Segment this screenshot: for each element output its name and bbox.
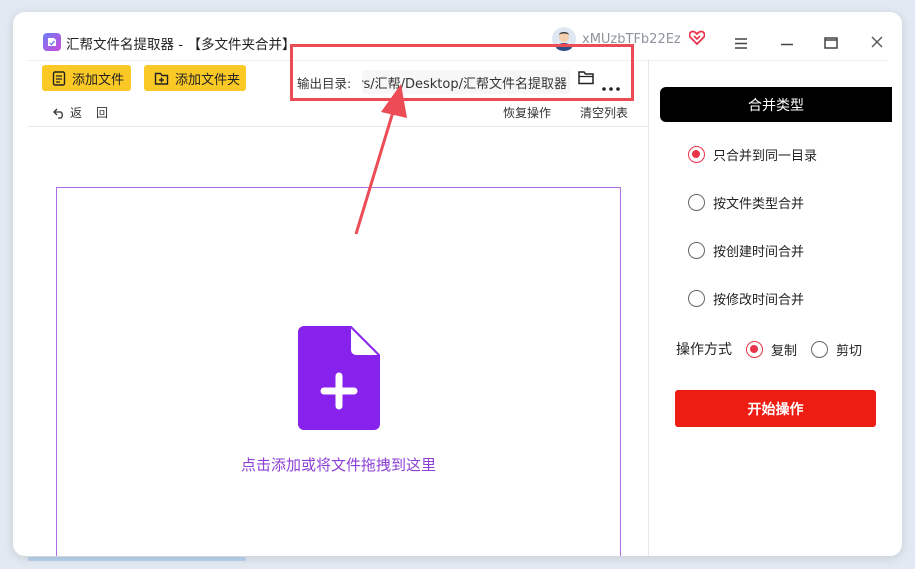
radio-button[interactable] — [746, 340, 763, 358]
app-window: 汇帮文件名提取器 - 【多文件夹合并】 xMUzbTFb22Ez 添加文件 添加… — [13, 12, 902, 556]
radio-button[interactable] — [688, 194, 705, 211]
merge-type-header: 合并类型 — [660, 87, 892, 122]
folder-plus-icon — [154, 72, 169, 85]
drop-hint-text: 点击添加或将文件拖拽到这里 — [240, 456, 436, 474]
operation-mode: 操作方式 复制 剪切 — [676, 339, 876, 359]
add-folder-button[interactable]: 添加文件夹 — [144, 65, 246, 91]
mode-label: 操作方式 — [676, 342, 732, 358]
menu-icon[interactable] — [734, 34, 748, 53]
vip-heart-icon[interactable] — [688, 30, 706, 49]
radio-button[interactable] — [688, 242, 705, 259]
highlight-annotation-box — [290, 44, 634, 101]
back-button[interactable]: 返 回 — [53, 104, 108, 121]
taskbar-indicator — [28, 557, 246, 561]
mode-copy-option[interactable]: 复制 — [746, 340, 797, 359]
start-button[interactable]: 开始操作 — [675, 390, 876, 427]
option-by-file-type[interactable]: 按文件类型合并 — [688, 193, 804, 212]
option-label: 按创建时间合并 — [713, 245, 805, 260]
radio-button[interactable] — [688, 146, 705, 163]
back-label: 返 — [70, 106, 83, 120]
clear-list-button[interactable]: 清空列表 — [580, 104, 628, 121]
mode-cut-label: 剪切 — [836, 343, 863, 359]
option-by-created-time[interactable]: 按创建时间合并 — [688, 241, 804, 260]
file-plus-icon[interactable] — [298, 323, 383, 434]
radio-button[interactable] — [688, 290, 705, 307]
add-file-label: 添加文件 — [72, 72, 125, 88]
close-icon[interactable] — [871, 33, 883, 52]
option-label: 只合并到同一目录 — [713, 149, 818, 164]
file-icon — [52, 70, 66, 86]
option-same-directory[interactable]: 只合并到同一目录 — [688, 145, 817, 164]
radio-button[interactable] — [811, 340, 829, 358]
option-label: 按修改时间合并 — [713, 293, 805, 308]
arrow-annotation — [354, 84, 407, 235]
minimize-icon[interactable] — [780, 34, 794, 53]
file-drop-zone[interactable]: 点击添加或将文件拖拽到这里 — [56, 187, 621, 556]
maximize-icon[interactable] — [824, 34, 838, 53]
toolbar-divider — [28, 126, 648, 127]
option-label: 按文件类型合并 — [713, 197, 805, 212]
mode-cut-option[interactable]: 剪切 — [811, 340, 862, 359]
add-file-button[interactable]: 添加文件 — [42, 65, 131, 91]
mode-copy-label: 复制 — [771, 343, 798, 359]
panel-divider — [648, 60, 649, 556]
back-icon — [53, 108, 63, 119]
add-folder-label: 添加文件夹 — [175, 72, 241, 88]
back-label-2: 回 — [96, 106, 109, 120]
option-by-modified-time[interactable]: 按修改时间合并 — [688, 289, 804, 308]
app-icon — [43, 33, 61, 51]
restore-button[interactable]: 恢复操作 — [503, 104, 551, 121]
window-title: 汇帮文件名提取器 - 【多文件夹合并】 — [66, 37, 296, 53]
